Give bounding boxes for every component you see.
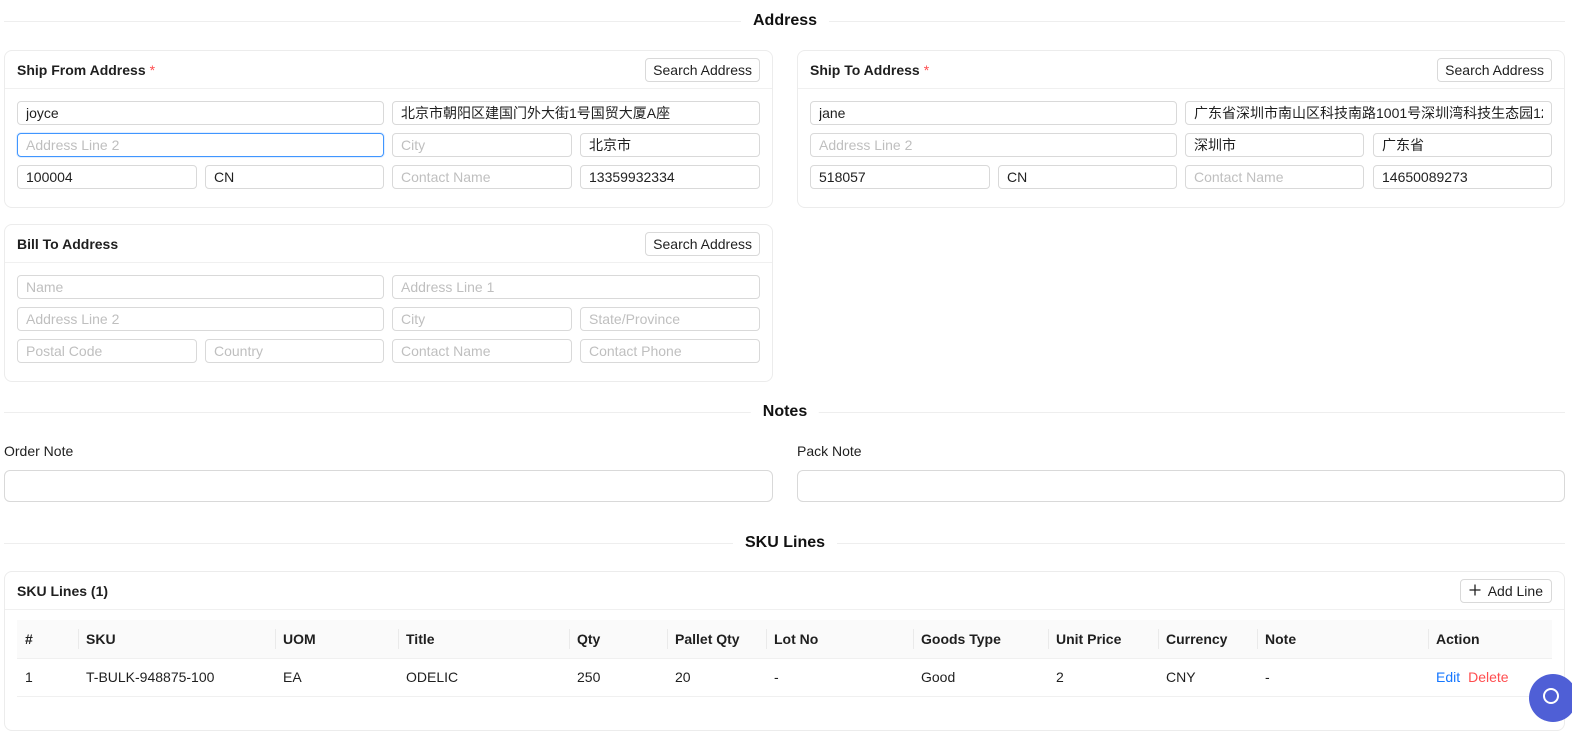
ship-from-card: Ship From Address * Search Address — [4, 50, 773, 208]
sku-lines-header: SKU Lines (1) Add Line — [5, 572, 1564, 610]
cell-unit-price: 2 — [1048, 658, 1158, 697]
bill-to-name-input[interactable] — [17, 275, 384, 299]
sku-table-header-row: # SKU UOM Title Qty Pallet Qty Lot No Go… — [17, 620, 1552, 659]
ship-from-city-input[interactable] — [392, 133, 572, 157]
chat-icon — [1541, 686, 1561, 709]
ship-to-address2-input[interactable] — [810, 133, 1177, 157]
bill-to-address1-input[interactable] — [392, 275, 760, 299]
plus-icon — [1469, 583, 1481, 599]
ship-to-contact-name-input[interactable] — [1185, 165, 1364, 189]
bill-to-postal-input[interactable] — [17, 339, 197, 363]
sku-lines-title: SKU Lines (1) — [17, 582, 109, 599]
ship-from-search-button[interactable]: Search Address — [645, 57, 760, 82]
bill-to-card: Bill To Address Search Address — [4, 224, 773, 382]
col-header: Note — [1257, 620, 1428, 659]
cell-title: ODELIC — [398, 658, 569, 697]
ship-to-header: Ship To Address * Search Address — [798, 51, 1564, 89]
ship-from-header: Ship From Address * Search Address — [5, 51, 772, 89]
sku-table-wrap: # SKU UOM Title Qty Pallet Qty Lot No Go… — [5, 610, 1564, 697]
required-mark: * — [149, 61, 156, 78]
cell-pallet-qty: 20 — [667, 658, 766, 697]
ship-to-contact-phone-input[interactable] — [1373, 165, 1552, 189]
ship-from-address1-input[interactable] — [392, 101, 760, 125]
col-header: Goods Type — [913, 620, 1048, 659]
ship-to-city-input[interactable] — [1185, 133, 1364, 157]
sku-table: # SKU UOM Title Qty Pallet Qty Lot No Go… — [17, 620, 1552, 697]
bill-to-contact-name-input[interactable] — [392, 339, 572, 363]
col-header: Action — [1428, 620, 1552, 659]
ship-to-state-input[interactable] — [1373, 133, 1552, 157]
ship-to-address1-input[interactable] — [1185, 101, 1552, 125]
bill-to-title: Bill To Address — [17, 235, 119, 252]
col-header: SKU — [78, 620, 275, 659]
notes-section-title: Notes — [750, 402, 820, 422]
col-header: # — [17, 620, 78, 659]
order-note-input[interactable] — [4, 470, 773, 502]
ship-to-title: Ship To Address * — [810, 61, 930, 78]
bill-to-contact-phone-input[interactable] — [580, 339, 760, 363]
cell-goods-type: Good — [913, 658, 1048, 697]
cell-sku: T-BULK-948875-100 — [78, 658, 275, 697]
add-line-label: Add Line — [1487, 582, 1543, 599]
pack-note-input[interactable] — [797, 470, 1565, 502]
address-section-title: Address — [740, 11, 830, 31]
ship-from-country-input[interactable] — [205, 165, 384, 189]
ship-from-title: Ship From Address * — [17, 61, 156, 78]
delete-link[interactable]: Delete — [1468, 669, 1508, 685]
add-line-button[interactable]: Add Line — [1459, 578, 1552, 603]
ship-from-name-input[interactable] — [17, 101, 384, 125]
ship-to-card: Ship To Address * Search Address — [797, 50, 1565, 208]
col-header: Lot No — [766, 620, 913, 659]
sku-lines-card: SKU Lines (1) Add Line # SKU UOM Title Q… — [4, 571, 1565, 731]
ship-from-contact-name-input[interactable] — [392, 165, 572, 189]
ship-from-address2-input[interactable] — [17, 133, 384, 157]
bill-to-state-input[interactable] — [580, 307, 760, 331]
bill-to-search-button[interactable]: Search Address — [645, 231, 760, 256]
col-header: UOM — [275, 620, 398, 659]
col-header: Unit Price — [1048, 620, 1158, 659]
bill-to-country-input[interactable] — [205, 339, 384, 363]
cell-uom: EA — [275, 658, 398, 697]
ship-from-contact-phone-input[interactable] — [580, 165, 760, 189]
bill-to-address2-input[interactable] — [17, 307, 384, 331]
ship-from-state-input[interactable] — [580, 133, 760, 157]
bill-to-header: Bill To Address Search Address — [5, 225, 772, 263]
ship-to-search-button[interactable]: Search Address — [1437, 57, 1552, 82]
cell-currency: CNY — [1158, 658, 1257, 697]
col-header: Pallet Qty — [667, 620, 766, 659]
ship-from-postal-input[interactable] — [17, 165, 197, 189]
order-note-label: Order Note — [4, 443, 74, 459]
ship-to-country-input[interactable] — [998, 165, 1177, 189]
chat-fab-button[interactable] — [1529, 674, 1572, 722]
cell-no: 1 — [17, 658, 78, 697]
ship-to-postal-input[interactable] — [810, 165, 990, 189]
ship-to-name-input[interactable] — [810, 101, 1177, 125]
pack-note-label: Pack Note — [797, 443, 862, 459]
required-mark: * — [923, 61, 930, 78]
cell-qty: 250 — [569, 658, 667, 697]
col-header: Qty — [569, 620, 667, 659]
table-row: 1 T-BULK-948875-100 EA ODELIC 250 20 - G… — [17, 658, 1552, 697]
cell-lot-no: - — [766, 658, 913, 697]
col-header: Currency — [1158, 620, 1257, 659]
cell-note: - — [1257, 658, 1428, 697]
bill-to-city-input[interactable] — [392, 307, 572, 331]
edit-link[interactable]: Edit — [1436, 669, 1460, 685]
col-header: Title — [398, 620, 569, 659]
sku-section-title: SKU Lines — [732, 533, 838, 553]
